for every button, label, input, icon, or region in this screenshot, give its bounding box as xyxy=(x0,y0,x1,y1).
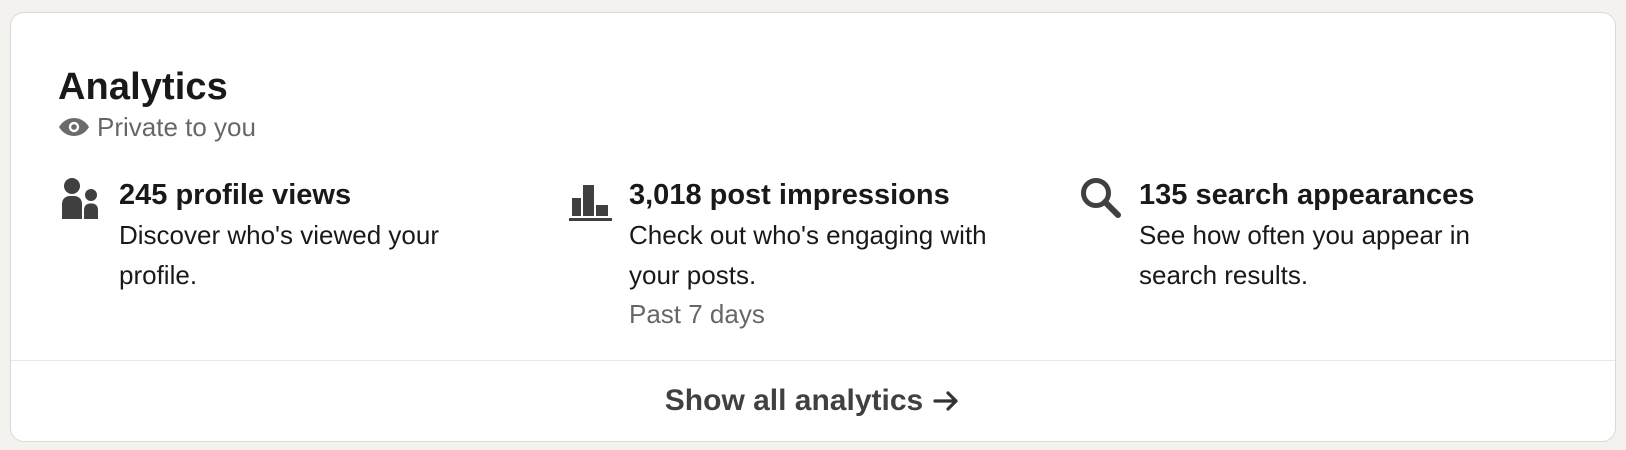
arrow-right-icon xyxy=(933,391,958,411)
metric-description: Check out who's engaging with your posts… xyxy=(629,220,987,290)
show-all-label: Show all analytics xyxy=(664,384,924,417)
metric-content: 135 search appearances See how often you… xyxy=(1139,173,1519,295)
metric-timeframe: Past 7 days xyxy=(629,299,765,329)
metric-headline: 3,018 post impressions xyxy=(629,179,950,211)
analytics-card: Analytics Private to you 245 profile vie… xyxy=(10,12,1616,442)
metric-search-appearances[interactable]: 135 search appearances See how often you… xyxy=(1078,173,1588,333)
metric-post-impressions[interactable]: 3,018 post impressions Check out who's e… xyxy=(568,173,1078,333)
bar-chart-icon xyxy=(569,185,612,221)
metric-profile-views[interactable]: 245 profile views Discover who's viewed … xyxy=(58,173,568,333)
metric-description: See how often you appear in search resul… xyxy=(1139,220,1471,290)
metric-description: Discover who's viewed your profile. xyxy=(119,220,439,290)
card-title: Analytics xyxy=(58,66,228,108)
metric-headline: 135 search appearances xyxy=(1139,179,1475,211)
card-footer: Show all analytics xyxy=(11,360,1615,441)
show-all-analytics-button[interactable]: Show all analytics xyxy=(651,378,975,424)
eye-icon xyxy=(59,118,89,136)
privacy-note: Private to you xyxy=(58,111,256,143)
privacy-label: Private to you xyxy=(97,111,256,142)
metrics-row: 245 profile views Discover who's viewed … xyxy=(58,173,1588,333)
metric-content: 3,018 post impressions Check out who's e… xyxy=(629,173,1009,333)
card-header: Analytics Private to you xyxy=(58,65,256,143)
metric-content: 245 profile views Discover who's viewed … xyxy=(119,173,499,295)
search-icon xyxy=(1081,178,1121,218)
metric-headline: 245 profile views xyxy=(119,179,352,211)
people-icon xyxy=(62,178,98,219)
